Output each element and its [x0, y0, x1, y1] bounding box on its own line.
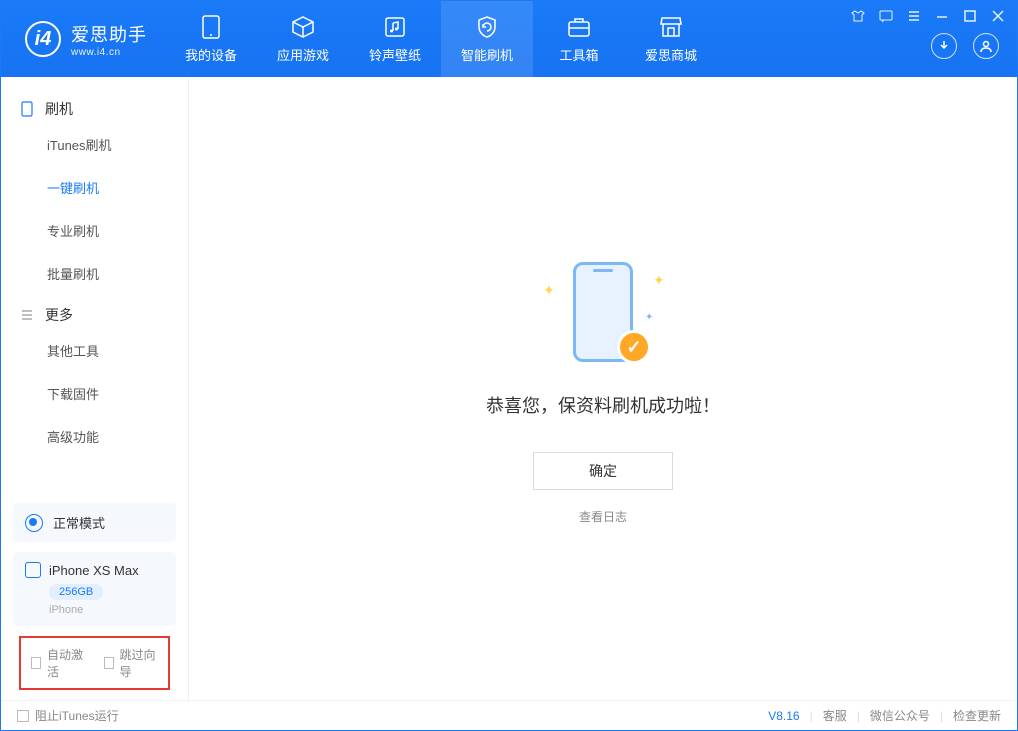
nav-label: 工具箱: [559, 45, 598, 64]
checkbox-label: 跳过向导: [120, 646, 158, 680]
logo-text: 爱思助手 www.i4.cn: [71, 21, 147, 58]
device-type: iPhone: [49, 604, 83, 616]
sidebar-item-download-fw[interactable]: 下载固件: [1, 372, 188, 415]
nav-flash[interactable]: 智能刷机: [441, 1, 533, 77]
separator: |: [940, 709, 943, 723]
flash-options-highlighted: 自动激活 跳过向导: [19, 636, 170, 690]
sidebar: 刷机 iTunes刷机 一键刷机 专业刷机 批量刷机 更多 其他工具 下载固件 …: [1, 77, 189, 700]
footer-link-update[interactable]: 检查更新: [953, 707, 1001, 724]
separator: |: [857, 709, 860, 723]
sidebar-scroll: 刷机 iTunes刷机 一键刷机 专业刷机 批量刷机 更多 其他工具 下载固件 …: [1, 77, 188, 493]
list-icon: [19, 307, 35, 323]
maximize-icon[interactable]: [963, 9, 977, 23]
sparkle-icon: ✦: [653, 272, 663, 282]
device-mode-box[interactable]: 正常模式: [13, 503, 176, 542]
checkbox-icon: [104, 657, 114, 669]
user-button[interactable]: [973, 33, 999, 59]
close-icon[interactable]: [991, 9, 1005, 23]
sidebar-item-itunes-flash[interactable]: iTunes刷机: [1, 123, 188, 166]
feedback-icon[interactable]: [879, 9, 893, 23]
footer-link-support[interactable]: 客服: [823, 707, 847, 724]
briefcase-icon: [567, 15, 591, 39]
nav-ringtones[interactable]: 铃声壁纸: [349, 1, 441, 77]
success-title: 恭喜您，保资料刷机成功啦！: [486, 392, 720, 418]
sidebar-group-more: 更多: [1, 295, 188, 329]
cube-icon: [291, 15, 315, 39]
nav-apps-games[interactable]: 应用游戏: [257, 1, 349, 77]
nav-label: 爱思商城: [645, 45, 697, 64]
phone-outline-icon: [25, 562, 41, 578]
nav-label: 应用游戏: [277, 45, 329, 64]
logo-area: i4 爱思助手 www.i4.cn: [1, 21, 165, 58]
checkbox-skip-wizard[interactable]: 跳过向导: [104, 646, 159, 680]
nav-label: 我的设备: [185, 45, 237, 64]
sidebar-item-batch-flash[interactable]: 批量刷机: [1, 252, 188, 295]
group-label: 刷机: [45, 99, 73, 119]
window-controls: [851, 9, 1005, 23]
sidebar-item-other-tools[interactable]: 其他工具: [1, 329, 188, 372]
download-button[interactable]: [931, 33, 957, 59]
sidebar-group-flash: 刷机: [1, 89, 188, 123]
checkbox-label: 阻止iTunes运行: [35, 707, 119, 724]
footer-link-wechat[interactable]: 微信公众号: [870, 707, 930, 724]
storage-badge: 256GB: [49, 584, 103, 600]
app-header: i4 爱思助手 www.i4.cn 我的设备 应用游戏 铃声壁纸 智能刷机 工具…: [1, 1, 1017, 77]
nav-toolbox[interactable]: 工具箱: [533, 1, 625, 77]
app-body: 刷机 iTunes刷机 一键刷机 专业刷机 批量刷机 更多 其他工具 下载固件 …: [1, 77, 1017, 700]
music-icon: [383, 15, 407, 39]
refresh-shield-icon: [475, 15, 499, 39]
main-nav: 我的设备 应用游戏 铃声壁纸 智能刷机 工具箱 爱思商城: [165, 1, 717, 77]
main-content: ✦ ✦ ✦ ✓ 恭喜您，保资料刷机成功啦！ 确定 查看日志: [189, 77, 1017, 700]
mode-label: 正常模式: [53, 513, 105, 532]
nav-label: 智能刷机: [461, 45, 513, 64]
sparkle-icon: ✦: [645, 312, 655, 322]
logo-icon: i4: [25, 21, 61, 57]
nav-my-device[interactable]: 我的设备: [165, 1, 257, 77]
sparkle-icon: ✦: [543, 282, 553, 292]
sidebar-item-oneclick-flash[interactable]: 一键刷机: [1, 166, 188, 209]
view-log-link[interactable]: 查看日志: [579, 508, 627, 525]
shirt-icon[interactable]: [851, 9, 865, 23]
mode-dot-icon: [25, 514, 43, 532]
sidebar-item-pro-flash[interactable]: 专业刷机: [1, 209, 188, 252]
success-illustration: ✦ ✦ ✦ ✓: [543, 252, 663, 372]
menu-icon[interactable]: [907, 9, 921, 23]
checkbox-block-itunes[interactable]: 阻止iTunes运行: [17, 707, 119, 724]
minimize-icon[interactable]: [935, 9, 949, 23]
nav-label: 铃声壁纸: [369, 45, 421, 64]
header-right-actions: [931, 33, 999, 59]
separator: |: [810, 709, 813, 723]
checkbox-icon: [17, 710, 29, 722]
app-subtitle: www.i4.cn: [71, 47, 147, 58]
device-name: iPhone XS Max: [49, 563, 139, 578]
checkbox-icon: [31, 657, 41, 669]
sidebar-bottom: 正常模式 iPhone XS Max 256GB iPhone 自动激活 跳过向…: [1, 493, 188, 700]
ok-button[interactable]: 确定: [533, 452, 673, 490]
check-badge-icon: ✓: [617, 330, 651, 364]
checkbox-label: 自动激活: [47, 646, 85, 680]
shop-icon: [659, 15, 683, 39]
app-title: 爱思助手: [71, 21, 147, 47]
phone-icon: [19, 101, 35, 117]
nav-store[interactable]: 爱思商城: [625, 1, 717, 77]
version-label: V8.16: [768, 709, 799, 723]
group-label: 更多: [45, 305, 73, 325]
device-icon: [199, 15, 223, 39]
checkbox-auto-activate[interactable]: 自动激活: [31, 646, 86, 680]
device-info-box[interactable]: iPhone XS Max 256GB iPhone: [13, 552, 176, 626]
status-bar: 阻止iTunes运行 V8.16 | 客服 | 微信公众号 | 检查更新: [1, 700, 1017, 730]
sidebar-item-advanced[interactable]: 高级功能: [1, 415, 188, 458]
